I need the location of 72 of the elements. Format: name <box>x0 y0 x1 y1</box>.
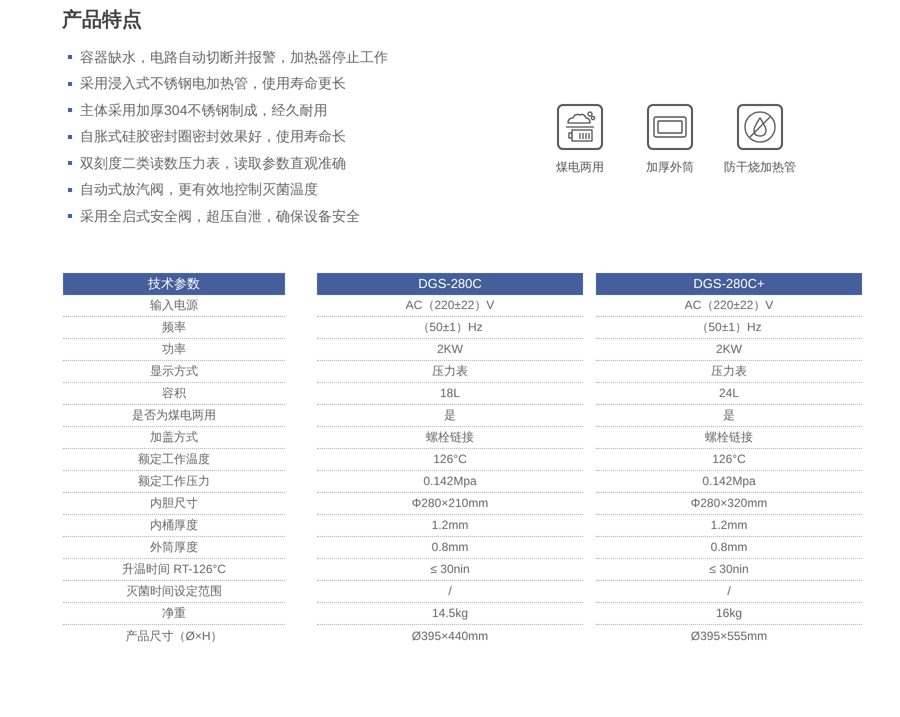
feature-text: 自动式放汽阀，更有效地控制灭菌温度 <box>80 180 318 200</box>
table-cell: 2KW <box>596 338 862 360</box>
table-cell: 是 <box>596 404 862 426</box>
table-cell: 24L <box>596 382 862 404</box>
table-cell: 0.142Mpa <box>596 470 862 492</box>
bullet-icon <box>68 188 72 192</box>
table-cell: 126°C <box>317 448 583 470</box>
bullet-icon <box>68 161 72 166</box>
table-cell-text: Ø395×555mm <box>690 628 768 644</box>
no-drop-icon <box>737 104 783 150</box>
table-cell: 压力表 <box>596 360 862 382</box>
table-cell: Φ280×210mm <box>317 492 583 514</box>
bullet-icon <box>68 82 72 86</box>
table-cell: 额定工作压力 <box>63 470 285 492</box>
column-header: DGS-280C <box>317 272 583 294</box>
highlight-label: 加厚外筒 <box>646 159 694 176</box>
table-cell: 显示方式 <box>63 360 285 382</box>
table-cell: Φ280×320mm <box>596 492 862 514</box>
cylinder-icon <box>647 104 693 150</box>
bullet-icon <box>68 214 72 218</box>
table-cell: 加盖方式 <box>63 426 285 448</box>
table-cell: AC（220±22）V <box>317 294 583 316</box>
table-cell: 16kg <box>596 602 862 624</box>
section-title: 产品特点 <box>62 8 143 33</box>
table-cell-text: Ø395×440mm <box>410 628 490 644</box>
table-cell: 14.5kg <box>317 602 583 624</box>
column-header: 技术参数 <box>63 272 285 294</box>
table-cell: 0.8mm <box>317 536 583 558</box>
table-cell: 螺栓链接 <box>317 426 583 448</box>
feature-text: 容器缺水，电路自动切断并报警，加热器停止工作 <box>80 48 388 67</box>
table-cell: 是否为煤电两用 <box>63 404 285 426</box>
table-cell: 输入电源 <box>63 294 285 316</box>
table-cell: 0.142Mpa <box>317 470 583 492</box>
table-cell: ≤ 30nin <box>317 558 583 580</box>
table-cell: 内胆尺寸 <box>63 492 285 514</box>
table-cell: 1.2mm <box>596 514 862 536</box>
table-cell: 0.8mm <box>596 536 862 558</box>
table-cell: 灭菌时间设定范围 <box>63 580 285 602</box>
table-cell: 频率 <box>63 316 285 338</box>
feature-text: 自胀式硅胶密封圈密封效果好，使用寿命长 <box>80 127 346 146</box>
feature-text: 采用浸入式不锈钢电加热管，使用寿命更长 <box>80 74 346 94</box>
table-cell: （50±1）Hz <box>596 316 862 338</box>
feature-text: 主体采用加厚304不锈钢制成，经久耐用 <box>80 100 328 120</box>
table-cell: 18L <box>317 382 583 404</box>
table-cell: 2KW <box>317 338 583 360</box>
table-cell: 内桶厚度 <box>63 514 285 536</box>
highlight-label: 煤电两用 <box>556 159 604 176</box>
table-cell: AC（220±22）V <box>596 294 862 316</box>
table-cell: 是 <box>317 404 583 426</box>
feature-text: 采用全启式安全阀，超压自泄，确保设备安全 <box>80 206 360 226</box>
feature-text: 双刻度二类读数压力表，读取参数直观准确 <box>80 154 346 173</box>
bullet-icon <box>68 134 72 139</box>
table-cell: 功率 <box>63 338 285 360</box>
table-cell: 压力表 <box>317 360 583 382</box>
bullet-icon <box>68 55 72 60</box>
table-cell: 外筒厚度 <box>63 536 285 558</box>
table-cell: 螺栓链接 <box>596 426 862 448</box>
table-cell: （50±1）Hz <box>317 316 583 338</box>
table-cell-text: 产品尺寸（Ø×H） <box>124 628 224 644</box>
table-cell: 净重 <box>63 602 285 624</box>
table-cell: / <box>317 580 583 602</box>
table-cell: 容积 <box>63 382 285 404</box>
highlight-label: 防干烧加热管 <box>724 159 796 176</box>
bullet-icon <box>68 108 72 112</box>
table-cell: ≤ 30nin <box>596 558 862 580</box>
table-cell: 升温时间 RT-126°C <box>63 558 285 580</box>
cloud-battery-icon <box>557 104 603 150</box>
table-cell: 1.2mm <box>317 514 583 536</box>
column-header: DGS-280C+ <box>596 272 862 294</box>
table-cell: 126°C <box>596 448 862 470</box>
table-cell: / <box>596 580 862 602</box>
table-cell: 额定工作温度 <box>63 448 285 470</box>
